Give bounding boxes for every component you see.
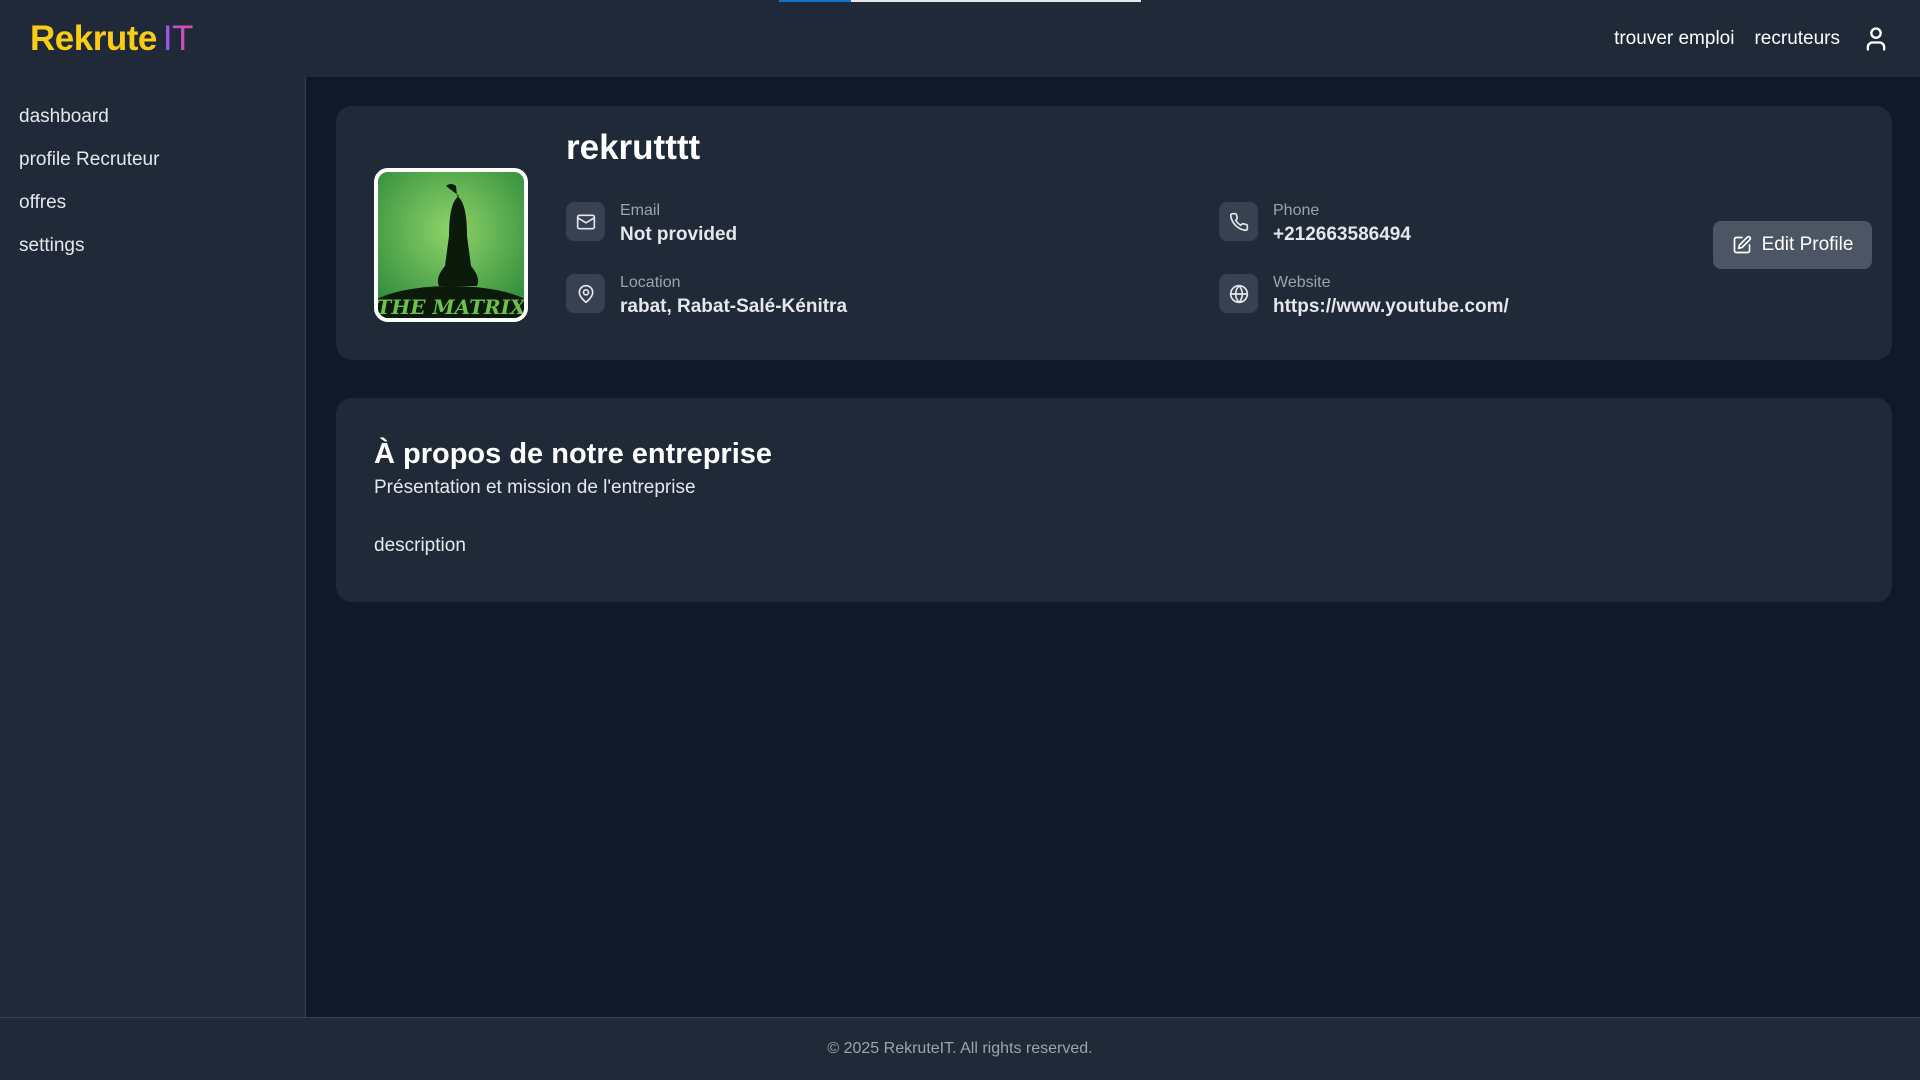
nav-link-recruteurs[interactable]: recruteurs — [1754, 28, 1840, 50]
sidebar-item-profile-recruteur[interactable]: profile Recruteur — [0, 138, 305, 181]
logo-text-it: IT — [162, 18, 194, 58]
location-info: Location rabat, Rabat-Salé-Kénitra — [566, 273, 847, 321]
map-pin-icon — [566, 274, 605, 313]
website-link[interactable]: https://www.youtube.com/ — [1273, 293, 1509, 321]
main-content: THE MATRIX rekrutttt Email Not provided — [336, 106, 1892, 602]
sidebar-item-offres[interactable]: offres — [0, 181, 305, 224]
phone-label: Phone — [1273, 202, 1320, 219]
app-logo[interactable]: Rekrute IT — [30, 19, 193, 59]
footer-copyright: © 2025 RekruteIT. All rights reserved. — [827, 1040, 1093, 1057]
edit-icon — [1733, 235, 1751, 254]
edit-profile-button[interactable]: Edit Profile — [1713, 221, 1872, 269]
nav-link-trouver-emploi[interactable]: trouver emploi — [1614, 28, 1734, 50]
company-avatar: THE MATRIX — [374, 168, 528, 322]
avatar-matrix-text: THE MATRIX — [378, 295, 524, 318]
company-name: rekrutttt — [566, 128, 701, 167]
sidebar-item-settings[interactable]: settings — [0, 224, 305, 267]
website-label: Website — [1273, 274, 1331, 291]
email-label: Email — [620, 202, 661, 219]
edit-profile-label: Edit Profile — [1761, 234, 1854, 255]
email-value: Not provided — [620, 224, 738, 245]
location-label: Location — [620, 274, 681, 291]
about-title: À propos de notre entreprise — [374, 438, 773, 470]
email-info: Email Not provided — [566, 201, 737, 249]
phone-value: +212663586494 — [1273, 224, 1411, 245]
about-card: À propos de notre entreprise Présentatio… — [336, 398, 1892, 602]
globe-icon — [1219, 274, 1258, 313]
phone-info: Phone +212663586494 — [1219, 201, 1411, 249]
website-info: Website https://www.youtube.com/ — [1219, 273, 1509, 321]
top-navbar: Rekrute IT trouver emploi recruteurs — [0, 0, 1920, 77]
footer: © 2025 RekruteIT. All rights reserved. — [0, 1017, 1920, 1080]
loading-progress-bar — [779, 0, 1141, 2]
sidebar: dashboard profile Recruteur offres setti… — [0, 77, 306, 1017]
sidebar-item-dashboard[interactable]: dashboard — [0, 95, 305, 138]
phone-icon — [1219, 202, 1258, 241]
about-description: description — [374, 535, 466, 556]
logo-text-rekrute: Rekrute — [30, 18, 157, 58]
loading-progress-fill — [779, 0, 852, 2]
profile-card: THE MATRIX rekrutttt Email Not provided — [336, 106, 1892, 360]
mail-icon — [566, 202, 605, 241]
user-icon[interactable] — [1862, 25, 1890, 53]
main-nav: trouver emploi recruteurs — [1614, 25, 1890, 53]
location-value: rabat, Rabat-Salé-Kénitra — [620, 296, 848, 317]
about-subtitle: Présentation et mission de l'entreprise — [374, 477, 696, 498]
